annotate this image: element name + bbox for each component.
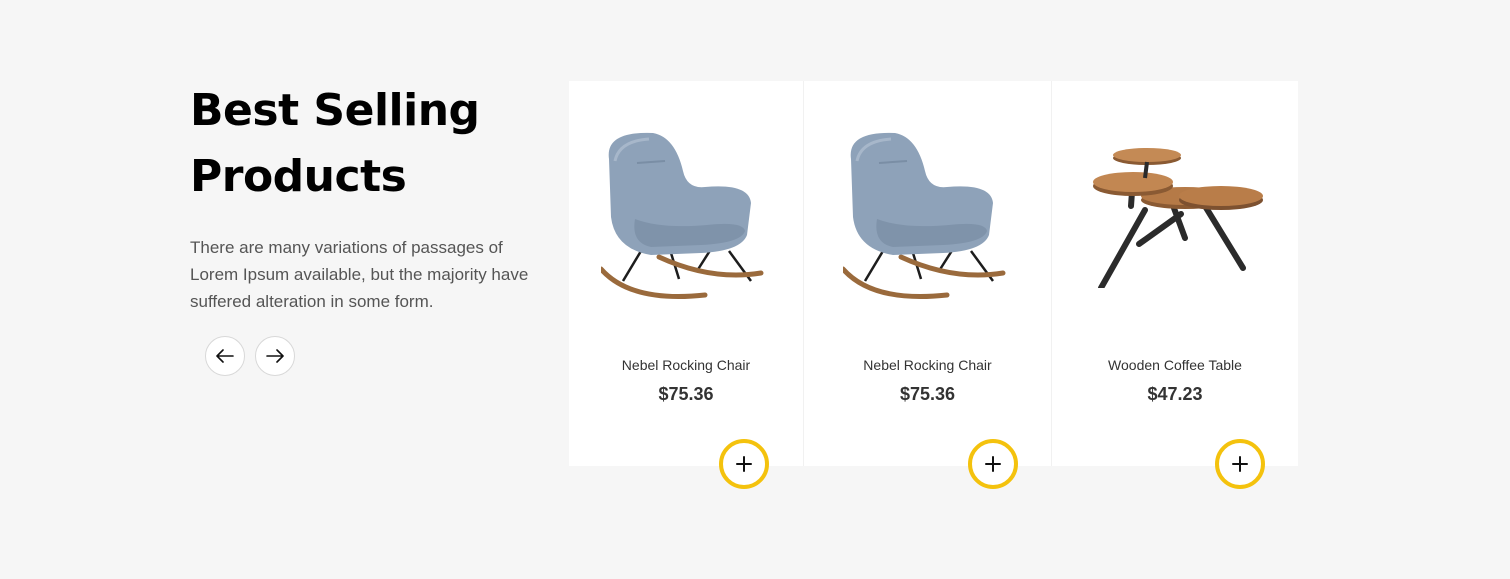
prev-button[interactable] [205,336,245,376]
next-button[interactable] [255,336,295,376]
product-name[interactable]: Nebel Rocking Chair [804,357,1051,373]
product-card[interactable]: Nebel Rocking Chair $75.36 [569,81,803,489]
plus-icon [736,456,752,472]
rocking-chair-image [842,132,1005,299]
product-name[interactable]: Wooden Coffee Table [1052,357,1298,373]
product-price: $47.23 [1147,384,1203,404]
product-list: Nebel Rocking Chair $75.36 Nebel Rocking… [569,81,1298,489]
intro-section: Best Selling Products There are many var… [190,78,550,315]
plus-icon [1232,456,1248,472]
product-image[interactable] [804,123,1051,313]
add-to-cart-button[interactable] [719,439,769,489]
arrow-right-icon [266,349,284,363]
section-title: Best Selling Products [190,85,480,202]
add-to-cart-button[interactable] [1215,439,1265,489]
product-image[interactable] [569,123,803,313]
carousel-nav [205,336,295,376]
coffee-table-image [1093,148,1263,288]
arrow-left-icon [216,349,234,363]
add-to-cart-button[interactable] [968,439,1018,489]
product-image[interactable] [1052,123,1298,313]
product-card[interactable]: Wooden Coffee Table $47.23 [1051,81,1298,489]
product-price: $75.36 [899,384,956,404]
product-card[interactable]: Nebel Rocking Chair $75.36 [803,81,1051,489]
plus-icon [985,456,1001,472]
rocking-chair-image [601,132,764,299]
product-name[interactable]: Nebel Rocking Chair [569,357,803,373]
product-price: $75.36 [658,384,714,404]
section-description: There are many variations of passages of… [190,238,529,311]
